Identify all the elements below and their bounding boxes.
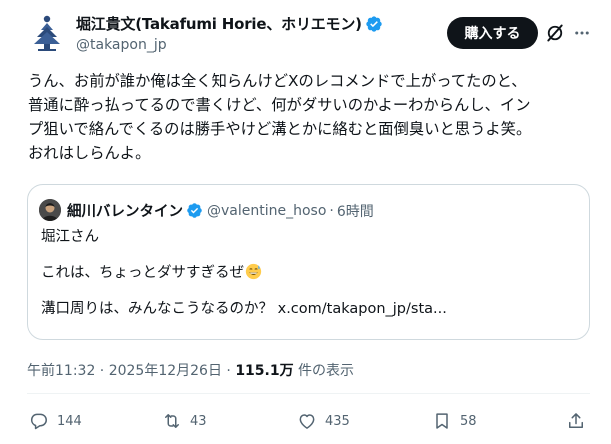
quoted-handle: @valentine_hoso <box>207 202 327 219</box>
verified-badge-icon <box>187 203 202 218</box>
reply-icon <box>30 413 47 430</box>
bookmark-count: 58 <box>460 413 477 429</box>
like-icon <box>299 414 315 429</box>
repost-icon <box>165 414 179 428</box>
quoted-author-avatar <box>39 199 61 221</box>
grok-icon[interactable] <box>545 23 565 43</box>
buy-button[interactable]: 購入する <box>447 17 538 49</box>
views-label: 件の表示 <box>293 363 355 379</box>
author-display-name[interactable]: 堀江貴文(Takafumi Horie、ホリエモン) <box>76 13 362 34</box>
separator-dot: · <box>329 202 334 219</box>
post-text-line: うん、お前が誰か俺は全く知らんけどXのレコメンドで上がってたのと、 <box>28 72 527 90</box>
repost-button[interactable]: 43 <box>162 411 207 431</box>
post-timestamp[interactable]: 午前11:32 · 2025年12月26日 · <box>27 363 235 379</box>
views-count: 115.1万 <box>235 363 294 379</box>
share-icon <box>569 413 583 428</box>
verified-badge-icon <box>366 15 382 32</box>
quoted-text-line: これは、ちょっとダサすぎるぜ <box>41 265 244 281</box>
like-button[interactable]: 435 <box>297 411 350 431</box>
more-icon[interactable] <box>573 24 591 42</box>
post-text-line: プ狙いで絡んでくるのは勝手やけど溝とかに絡むと面倒臭いと思うよ笑。 <box>28 120 532 138</box>
post-meta: 午前11:32 · 2025年12月26日 · 115.1万 件の表示 <box>27 360 354 380</box>
person-photo-icon <box>39 199 61 221</box>
bookmark-icon <box>436 413 448 429</box>
quoted-text-line-with-emoji: これは、ちょっとダサすぎるぜ <box>41 261 262 282</box>
avatar-logo-icon <box>26 12 68 54</box>
post: 堀江貴文(Takafumi Horie、ホリエモン) @takapon_jp 購… <box>0 0 611 444</box>
quoted-text-line: 堀江さん <box>41 229 99 245</box>
reply-count: 144 <box>57 413 82 429</box>
grinning-sweat-emoji <box>245 263 262 280</box>
like-count: 435 <box>325 413 350 429</box>
quoted-header: 細川バレンタイン @valentine_hoso · 6時間 <box>67 200 374 221</box>
divider <box>27 393 590 394</box>
quoted-post[interactable]: 細川バレンタイン @valentine_hoso · 6時間 堀江さん これは、… <box>27 184 590 340</box>
author-name-row[interactable]: 堀江貴文(Takafumi Horie、ホリエモン) <box>76 13 383 34</box>
repost-count: 43 <box>190 413 207 429</box>
author-avatar[interactable] <box>26 12 68 54</box>
bookmark-button[interactable]: 58 <box>432 411 477 431</box>
quoted-text-line: 溝口周りは、みんなこうなるのか？ x.com/takapon_jp/sta... <box>41 301 447 317</box>
quoted-time: 6時間 <box>336 203 374 220</box>
post-text-line: 普通に酔っ払ってるので書くけど、何がダサいのかよーわからんし、イン <box>28 96 531 114</box>
reply-button[interactable]: 144 <box>29 411 82 431</box>
post-text: うん、お前が誰か俺は全く知らんけどXのレコメンドで上がってたのと、 普通に酔っ払… <box>28 69 598 165</box>
share-button[interactable] <box>566 411 586 431</box>
post-text-line: おれはしらんよ。 <box>28 144 151 162</box>
author-handle[interactable]: @takapon_jp <box>76 37 167 53</box>
quoted-display-name: 細川バレンタイン <box>67 204 183 220</box>
